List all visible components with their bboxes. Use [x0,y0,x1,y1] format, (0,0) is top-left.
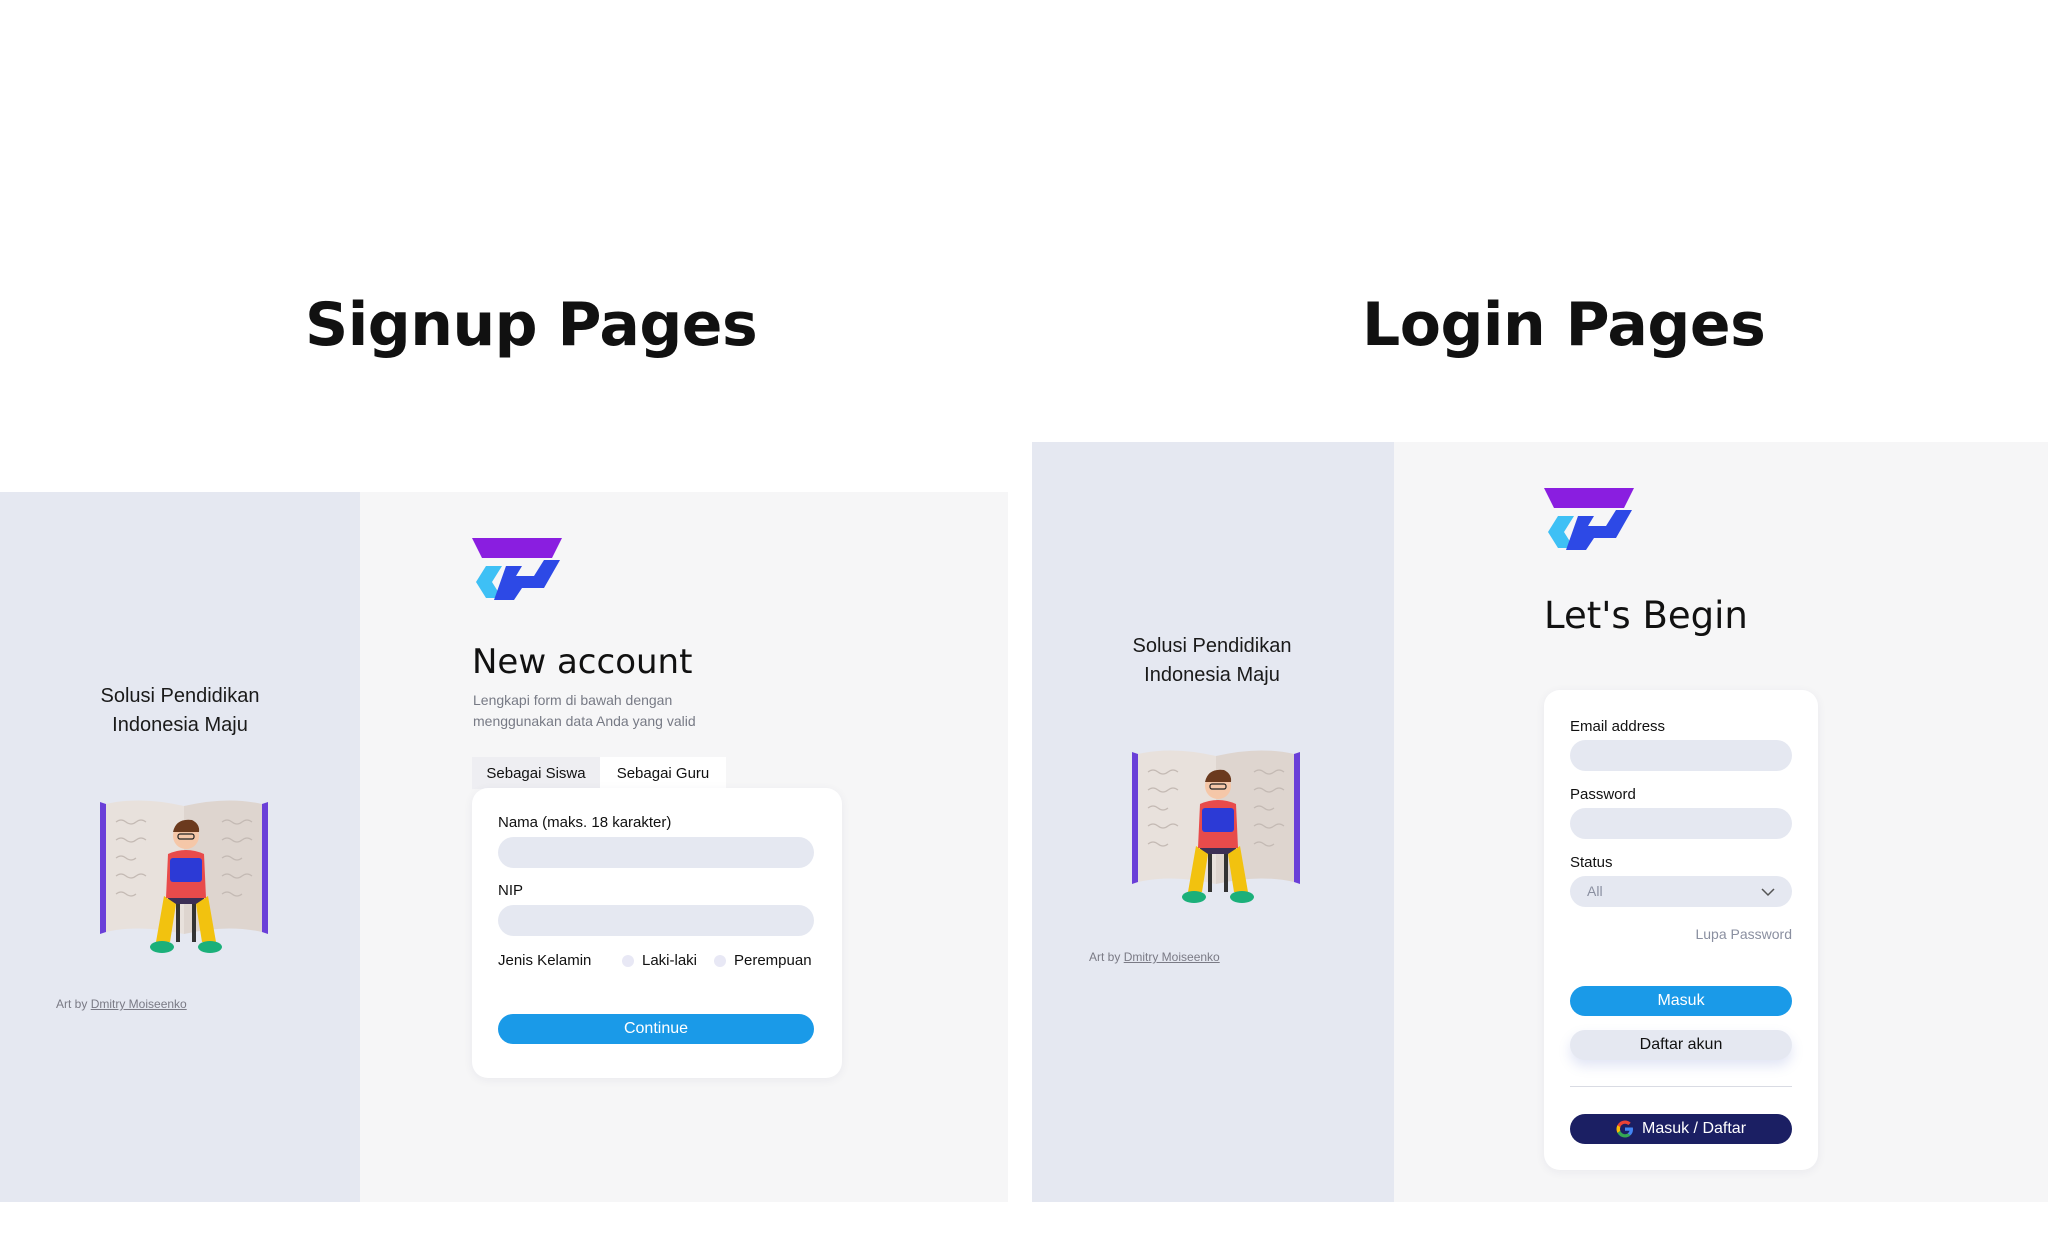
radio-perempuan[interactable]: Perempuan [714,952,812,969]
login-sidebar: Solusi Pendidikan Indonesia Maju Art by … [1032,442,1394,1202]
login-title: Let's Begin [1544,594,1748,637]
signup-subtitle: Lengkapi form di bawah dengan menggunaka… [473,692,696,729]
google-signin-button[interactable]: Masuk / Daftar [1570,1114,1792,1144]
masuk-button[interactable]: Masuk [1570,986,1792,1016]
divider [1570,1086,1792,1087]
google-g-icon [1616,1120,1633,1138]
email-field-label: Email address [1570,718,1666,735]
app-logo-icon [472,538,562,600]
password-input[interactable] [1570,808,1792,839]
status-selected-value: All [1587,883,1603,899]
email-input[interactable] [1570,740,1792,771]
status-field-label: Status [1570,854,1613,871]
login-tagline: Solusi Pendidikan Indonesia Maju [1132,635,1292,686]
artist-link[interactable]: Dmitry Moiseenko [91,997,187,1011]
reading-person-illustration [100,800,268,953]
name-input[interactable] [498,837,814,868]
name-field-label: Nama (maks. 18 karakter) [498,814,672,831]
continue-button[interactable]: Continue [498,1014,814,1044]
google-button-label: Masuk / Daftar [1641,1120,1747,1137]
daftar-akun-button[interactable]: Daftar akun [1570,1030,1792,1060]
nip-input[interactable] [498,905,814,936]
password-field-label: Password [1570,786,1636,803]
signup-section-heading: Signup Pages [305,290,758,360]
login-form-card: Email address Password Status All Lupa P… [1544,690,1818,1170]
forgot-password-link[interactable]: Lupa Password [1695,926,1792,942]
gender-label: Jenis Kelamin [498,952,592,969]
signup-art-credit: Art by Dmitry Moiseenko [56,997,187,1011]
signup-title: New account [472,642,693,682]
status-select[interactable]: All [1570,876,1792,907]
signup-screen: Solusi Pendidikan Indonesia Maju Art by … [0,492,1008,1202]
radio-circle-icon [714,954,726,967]
chevron-down-icon [1761,887,1775,896]
nip-field-label: NIP [498,882,524,899]
signup-tagline: Solusi Pendidikan Indonesia Maju [100,685,260,736]
tab-sebagai-siswa[interactable]: Sebagai Siswa [472,757,600,789]
app-logo-icon [1544,488,1634,550]
radio-laki-laki[interactable]: Laki-laki [622,952,697,969]
radio-circle-icon [622,954,634,967]
login-section-heading: Login Pages [1362,290,1766,360]
reading-person-illustration [1132,750,1300,903]
login-art-credit: Art by Dmitry Moiseenko [1089,950,1220,964]
signup-form-card: Nama (maks. 18 karakter) NIP Jenis Kelam… [472,788,842,1078]
tab-sebagai-guru[interactable]: Sebagai Guru [600,757,726,789]
artist-link[interactable]: Dmitry Moiseenko [1124,950,1220,964]
login-screen: Solusi Pendidikan Indonesia Maju Art by … [1032,442,2048,1202]
signup-sidebar: Solusi Pendidikan Indonesia Maju Art by … [0,492,360,1202]
